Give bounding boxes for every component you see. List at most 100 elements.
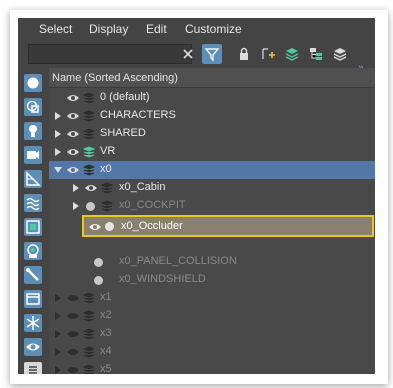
tree-row[interactable]: x4 — [49, 343, 375, 361]
collapse-arrow-icon[interactable] — [54, 167, 62, 173]
active-layer-icon — [83, 146, 95, 158]
tree-row[interactable]: x5 — [49, 361, 375, 374]
layer-label: VR — [100, 145, 116, 157]
expand-arrow-icon[interactable] — [55, 148, 61, 156]
spacewarp-icon — [26, 197, 40, 211]
menu-customize[interactable]: Customize — [185, 22, 242, 36]
column-header-name[interactable]: Name (Sorted Ascending) — [49, 68, 375, 88]
lock-button[interactable] — [234, 44, 254, 64]
menu-bar: Select Display Edit Customize — [18, 18, 375, 40]
light-bulb-icon — [29, 125, 37, 137]
filter-spacewarps-button[interactable] — [24, 194, 42, 212]
layers-icon — [285, 48, 299, 61]
filter-icon — [204, 48, 220, 62]
eye-icon[interactable] — [66, 128, 80, 140]
filter-particles-button[interactable] — [24, 314, 42, 332]
tree-row[interactable]: VR — [49, 143, 375, 161]
close-icon — [183, 49, 193, 59]
layer-icon — [83, 92, 95, 104]
sphere-icon — [27, 77, 39, 89]
group-icon — [26, 220, 40, 234]
expand-arrow-icon[interactable] — [55, 312, 61, 320]
tree-row[interactable]: 0 (default) — [49, 89, 375, 107]
layer-icon — [101, 200, 113, 212]
helper-icon — [26, 171, 41, 186]
tree-row[interactable]: SHARED — [49, 125, 375, 143]
filter-xrefs-button[interactable] — [24, 242, 42, 260]
hidden-dot-icon[interactable] — [94, 258, 103, 267]
search-input[interactable] — [28, 44, 192, 64]
filter-cameras-button[interactable] — [24, 146, 42, 164]
hidden-dot-icon[interactable] — [86, 202, 95, 211]
snowflake-icon — [26, 316, 40, 330]
filter-containers-button[interactable] — [24, 290, 42, 308]
tree-row-selected[interactable]: x0 — [49, 161, 375, 179]
tree-row[interactable]: x0_PANEL_COLLISION — [49, 253, 375, 271]
hierarchy-icon — [310, 48, 322, 60]
clear-search-button[interactable] — [178, 44, 198, 64]
layer-label: x0 — [100, 163, 112, 175]
tree-row[interactable]: x3 — [49, 325, 375, 343]
bone-icon — [26, 268, 39, 281]
expand-arrow-icon[interactable] — [55, 112, 61, 120]
eye-icon[interactable] — [88, 221, 102, 233]
eye-icon[interactable] — [66, 292, 80, 304]
tree-row[interactable]: x0_Cabin — [49, 179, 375, 197]
layer-icon — [83, 328, 95, 340]
filter-helpers-button[interactable] — [24, 170, 42, 188]
layer-label: x4 — [100, 345, 112, 357]
expand-arrow-icon[interactable] — [73, 202, 79, 210]
expand-arrow-icon[interactable] — [73, 184, 79, 192]
filter-geometry-button[interactable] — [24, 74, 42, 92]
hierarchy-button[interactable] — [306, 44, 326, 64]
expand-arrow-icon[interactable] — [55, 366, 61, 374]
tree-row[interactable]: x1 — [49, 289, 375, 307]
layer-icon — [83, 164, 95, 176]
layer-label: x2 — [100, 309, 112, 321]
menu-display[interactable]: Display — [89, 22, 128, 36]
menu-edit[interactable]: Edit — [146, 22, 167, 36]
layer-icon — [83, 310, 95, 322]
hidden-dot-icon[interactable] — [94, 276, 103, 285]
layer-icon — [83, 110, 95, 122]
tree-row[interactable]: CHARACTERS — [49, 107, 375, 125]
filter-lights-button[interactable] — [24, 122, 42, 140]
eye-icon[interactable] — [66, 346, 80, 358]
scene-explorer-window: Select Display Edit Customize » — [18, 18, 375, 374]
layer-icon — [101, 182, 113, 194]
filter-hidden-button[interactable] — [24, 338, 42, 356]
layers-button[interactable] — [282, 44, 302, 64]
eye-icon[interactable] — [66, 110, 80, 122]
eye-icon[interactable] — [66, 310, 80, 322]
eye-icon[interactable] — [66, 364, 80, 374]
expand-arrow-icon[interactable] — [55, 294, 61, 302]
expand-arrow-icon[interactable] — [55, 330, 61, 338]
expand-arrow-icon[interactable] — [55, 348, 61, 356]
layer-icon — [83, 292, 95, 304]
filter-button[interactable] — [202, 44, 222, 64]
eye-icon[interactable] — [84, 182, 98, 194]
layer-label: x0_PANEL_COLLISION — [119, 255, 237, 267]
layer-stack-icon — [333, 48, 347, 61]
tree-row[interactable]: x0_COCKPIT — [49, 197, 375, 215]
shapes-icon — [26, 100, 39, 113]
eye-icon[interactable] — [66, 92, 80, 104]
menu-select[interactable]: Select — [39, 22, 72, 36]
layer-label: x1 — [100, 291, 112, 303]
filter-sidebar — [18, 68, 48, 374]
tree-row[interactable]: x2 — [49, 307, 375, 325]
filter-shapes-button[interactable] — [24, 98, 42, 116]
filter-bones-button[interactable] — [24, 266, 42, 284]
eye-icon[interactable] — [66, 164, 80, 176]
eye-icon[interactable] — [66, 146, 80, 158]
tree-row-highlighted[interactable]: x0_Occluder — [82, 215, 374, 237]
layer-stack-button[interactable] — [330, 44, 350, 64]
expand-arrow-icon[interactable] — [55, 130, 61, 138]
filter-frozen-button[interactable] — [24, 362, 42, 374]
tree-row[interactable]: x0_WINDSHIELD — [49, 271, 375, 289]
filter-groups-button[interactable] — [24, 218, 42, 236]
add-layer-button[interactable] — [258, 44, 278, 64]
layer-label: SHARED — [100, 127, 146, 139]
eye-icon[interactable] — [66, 328, 80, 340]
object-dot-icon[interactable] — [105, 222, 114, 231]
